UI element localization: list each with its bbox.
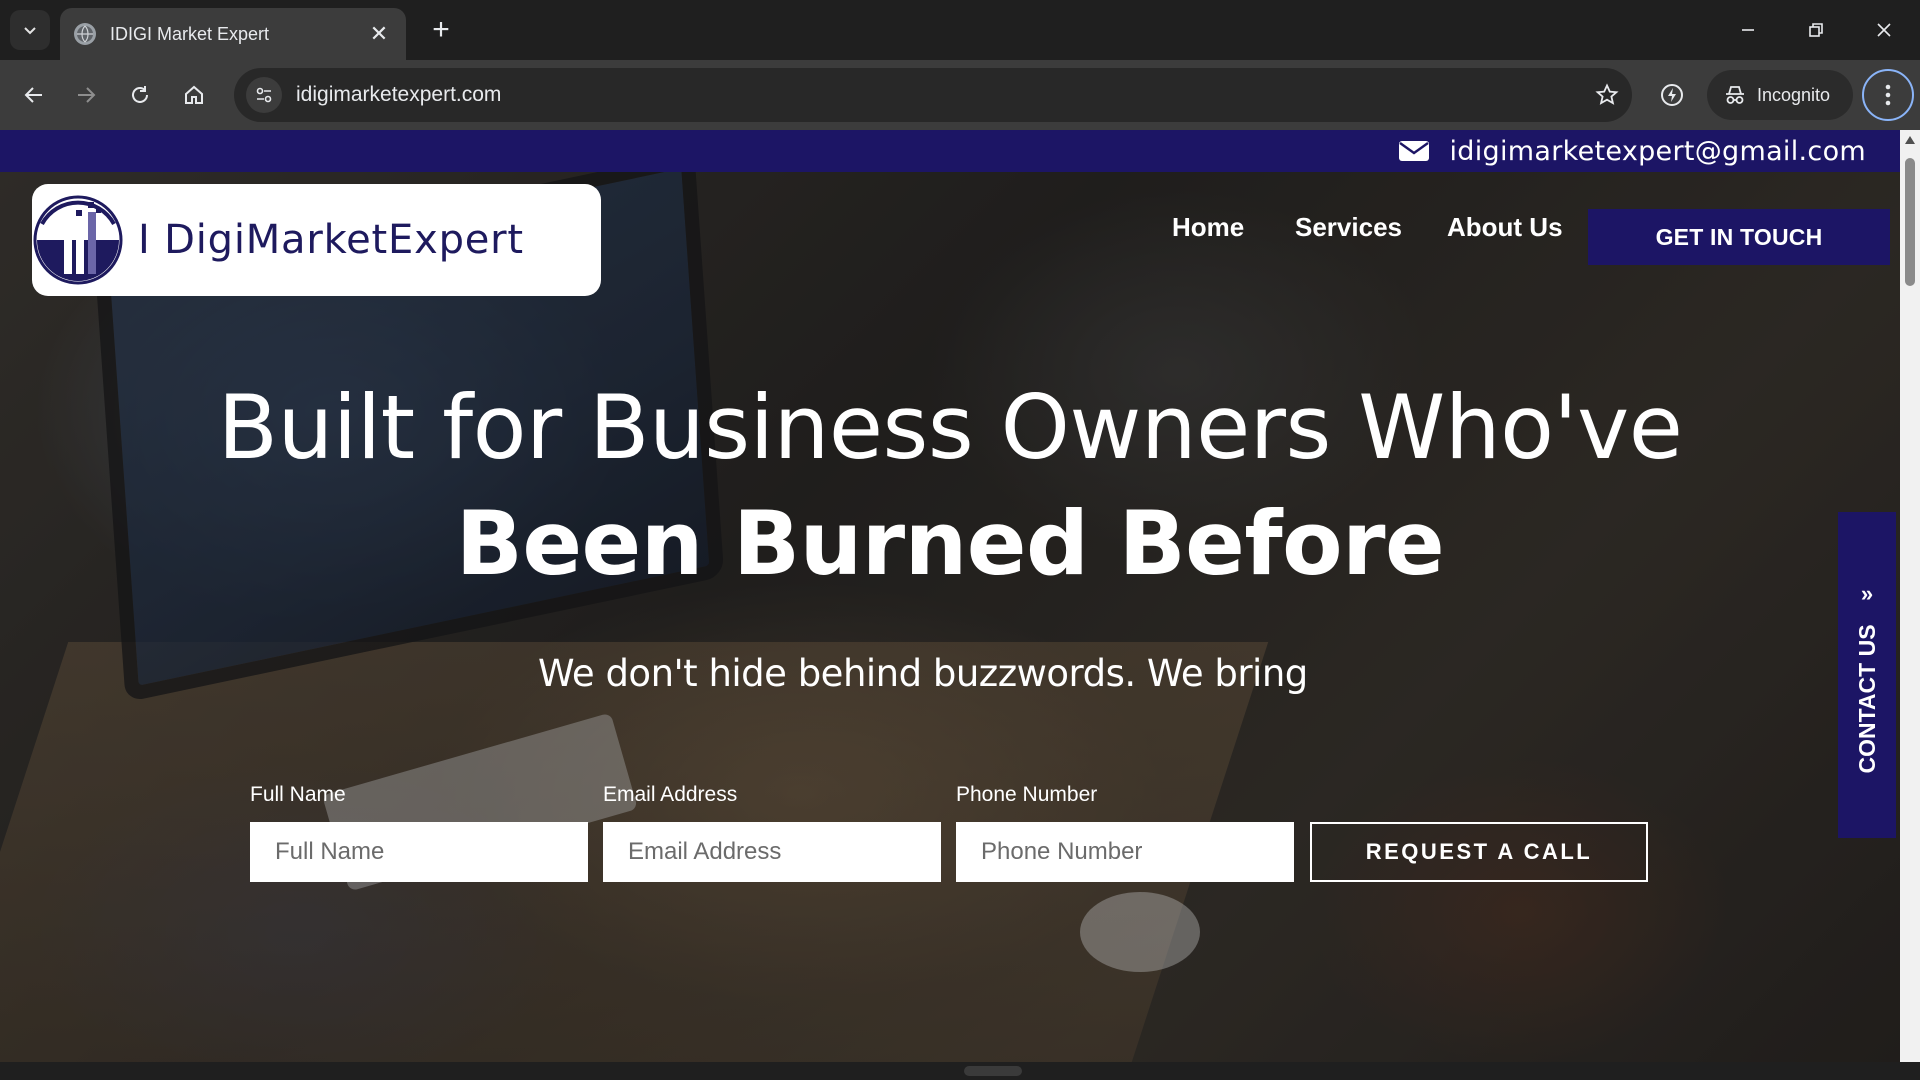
bookmark-star-icon[interactable] <box>1582 83 1632 107</box>
top-contact-bar: idigimarketexpert@gmail.com <box>0 130 1900 172</box>
incognito-badge[interactable]: Incognito <box>1707 70 1853 120</box>
close-icon <box>1877 23 1891 37</box>
reload-button[interactable] <box>120 75 160 115</box>
double-chevron-right-icon: » <box>1860 581 1874 606</box>
hero-headline-line2: Been Burned Before <box>455 492 1445 595</box>
tab-close-icon[interactable]: ✕ <box>366 21 392 47</box>
reload-icon <box>132 86 148 103</box>
page-viewport: idigimarketexpert@gmail.com I DigiMarket… <box>0 130 1900 1062</box>
nav-about-us[interactable]: About Us <box>1447 212 1563 243</box>
logo-text: I DigiMarketExpert <box>138 217 524 263</box>
performance-icon[interactable] <box>1652 75 1692 115</box>
full-name-label: Full Name <box>250 783 346 806</box>
hero-section: I DigiMarketExpert Home Services About U… <box>0 172 1900 1062</box>
incognito-label: Incognito <box>1757 84 1831 105</box>
site-info-icon[interactable] <box>246 77 282 113</box>
minimize-icon <box>1742 29 1754 31</box>
full-name-input[interactable] <box>250 822 588 882</box>
tab-title: IDIGI Market Expert <box>110 23 270 44</box>
request-call-button[interactable]: REQUEST A CALL <box>1310 822 1648 882</box>
window-minimize-button[interactable] <box>1724 10 1772 50</box>
browser-toolbar: idigimarketexpert.com Incognito <box>0 60 1920 130</box>
nav-home[interactable]: Home <box>1172 212 1244 243</box>
new-tab-button[interactable]: + <box>424 13 458 47</box>
scroll-up-arrow-icon[interactable] <box>1905 136 1915 144</box>
back-button[interactable] <box>14 75 54 115</box>
browser-tabstrip: IDIGI Market Expert ✕ + <box>0 0 1920 60</box>
globe-icon <box>74 23 96 45</box>
get-in-touch-button[interactable]: GET IN TOUCH <box>1588 209 1890 265</box>
arrow-left-icon <box>24 87 42 103</box>
window-restore-button[interactable] <box>1792 10 1840 50</box>
browser-menu-button[interactable] <box>1862 69 1914 121</box>
tab-search-button[interactable] <box>10 10 50 50</box>
arrow-right-icon <box>78 87 96 103</box>
scroll-thumb[interactable] <box>1905 158 1915 286</box>
chevron-down-icon <box>24 27 36 35</box>
window-close-button[interactable] <box>1860 10 1908 50</box>
incognito-icon <box>1726 86 1744 104</box>
url-text[interactable]: idigimarketexpert.com <box>296 83 1582 107</box>
envelope-icon <box>1398 141 1429 161</box>
page-scrollbar[interactable] <box>1900 130 1920 1062</box>
address-bar[interactable]: idigimarketexpert.com <box>234 68 1632 122</box>
browser-tab[interactable]: IDIGI Market Expert ✕ <box>60 8 406 60</box>
restore-icon <box>1809 23 1823 37</box>
hero-overlay <box>0 172 1900 1062</box>
home-icon <box>185 85 203 104</box>
hero-headline-line1: Built for Business Owners Who've <box>217 376 1683 479</box>
hero-subheading: We don't hide behind buzzwords. We bring <box>538 652 1308 695</box>
contact-us-side-tab[interactable]: » CONTACT US <box>1838 512 1896 838</box>
email-label: Email Address <box>603 783 738 806</box>
kebab-menu-icon <box>1885 84 1891 106</box>
browser-bottom-bar <box>0 1062 1920 1080</box>
contact-us-label: CONTACT US <box>1853 624 1880 774</box>
horizontal-scroll-handle[interactable] <box>964 1066 1022 1076</box>
phone-label: Phone Number <box>956 783 1098 806</box>
logo-globe-icon <box>33 195 123 285</box>
contact-email-link[interactable]: idigimarketexpert@gmail.com <box>1450 136 1867 167</box>
forward-button[interactable] <box>66 75 106 115</box>
nav-services[interactable]: Services <box>1295 212 1402 243</box>
site-logo[interactable]: I DigiMarketExpert <box>32 184 601 296</box>
phone-input[interactable] <box>956 822 1294 882</box>
email-input[interactable] <box>603 822 941 882</box>
home-button[interactable] <box>174 75 214 115</box>
